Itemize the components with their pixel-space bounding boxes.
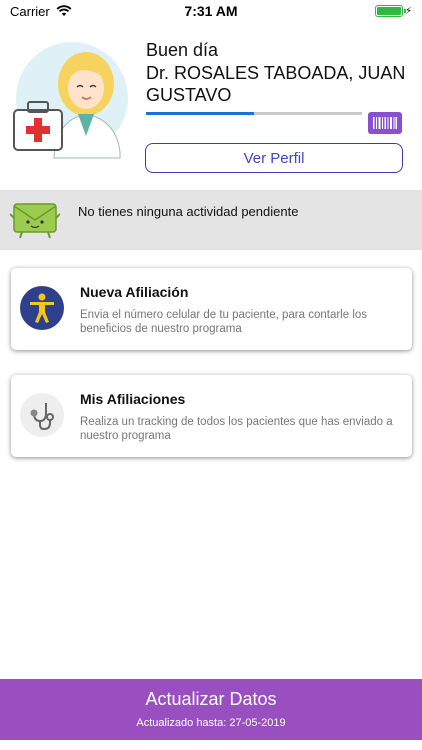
- my-affiliations-title: Mis Afiliaciones: [80, 391, 186, 407]
- update-data-title: Actualizar Datos: [145, 689, 277, 709]
- pending-activity-banner: No tienes ninguna actividad pendiente: [0, 190, 422, 250]
- smiling-envelope-icon: [10, 203, 60, 239]
- barcode-icon: [373, 117, 397, 129]
- battery-fill: [376, 7, 401, 15]
- greeting-text: Buen día: [146, 40, 219, 60]
- doctor-illustration-icon: [13, 42, 128, 159]
- new-affiliation-description: Envia el número celular de tu paciente, …: [80, 309, 368, 335]
- new-affiliation-card[interactable]: Nueva Afiliación Envia el número celular…: [11, 268, 412, 350]
- battery-icon: [374, 5, 406, 17]
- last-updated-text: Actualizado hasta: 27-05-2019: [136, 717, 286, 729]
- update-data-button[interactable]: Actualizar Datos Actualizado hasta: 27-0…: [0, 679, 422, 740]
- barcode-button[interactable]: [368, 112, 402, 134]
- pending-activity-text: No tienes ninguna actividad pendiente: [78, 204, 299, 219]
- status-time: 7:31 AM: [184, 3, 238, 19]
- person-icon: [20, 286, 64, 330]
- my-affiliations-description: Realiza un tracking de todos los pacient…: [80, 416, 393, 442]
- view-profile-button[interactable]: Ver Perfil: [145, 143, 403, 173]
- new-affiliation-title: Nueva Afiliación: [80, 284, 189, 300]
- doctor-avatar: [10, 40, 130, 160]
- profile-progress-fill: [146, 112, 254, 115]
- doctor-name: Dr. ROSALES TABOADA, JUAN GUSTAVO: [146, 63, 406, 105]
- stethoscope-icon: [20, 393, 64, 437]
- profile-header: Buen día Dr. ROSALES TABOADA, JUAN GUSTA…: [0, 30, 422, 185]
- profile-progress-bar: [146, 112, 362, 115]
- status-bar: Carrier 7:31 AM ⚡: [0, 0, 422, 22]
- bottom-safe-area: [0, 740, 422, 750]
- my-affiliations-card[interactable]: Mis Afiliaciones Realiza un tracking de …: [11, 375, 412, 457]
